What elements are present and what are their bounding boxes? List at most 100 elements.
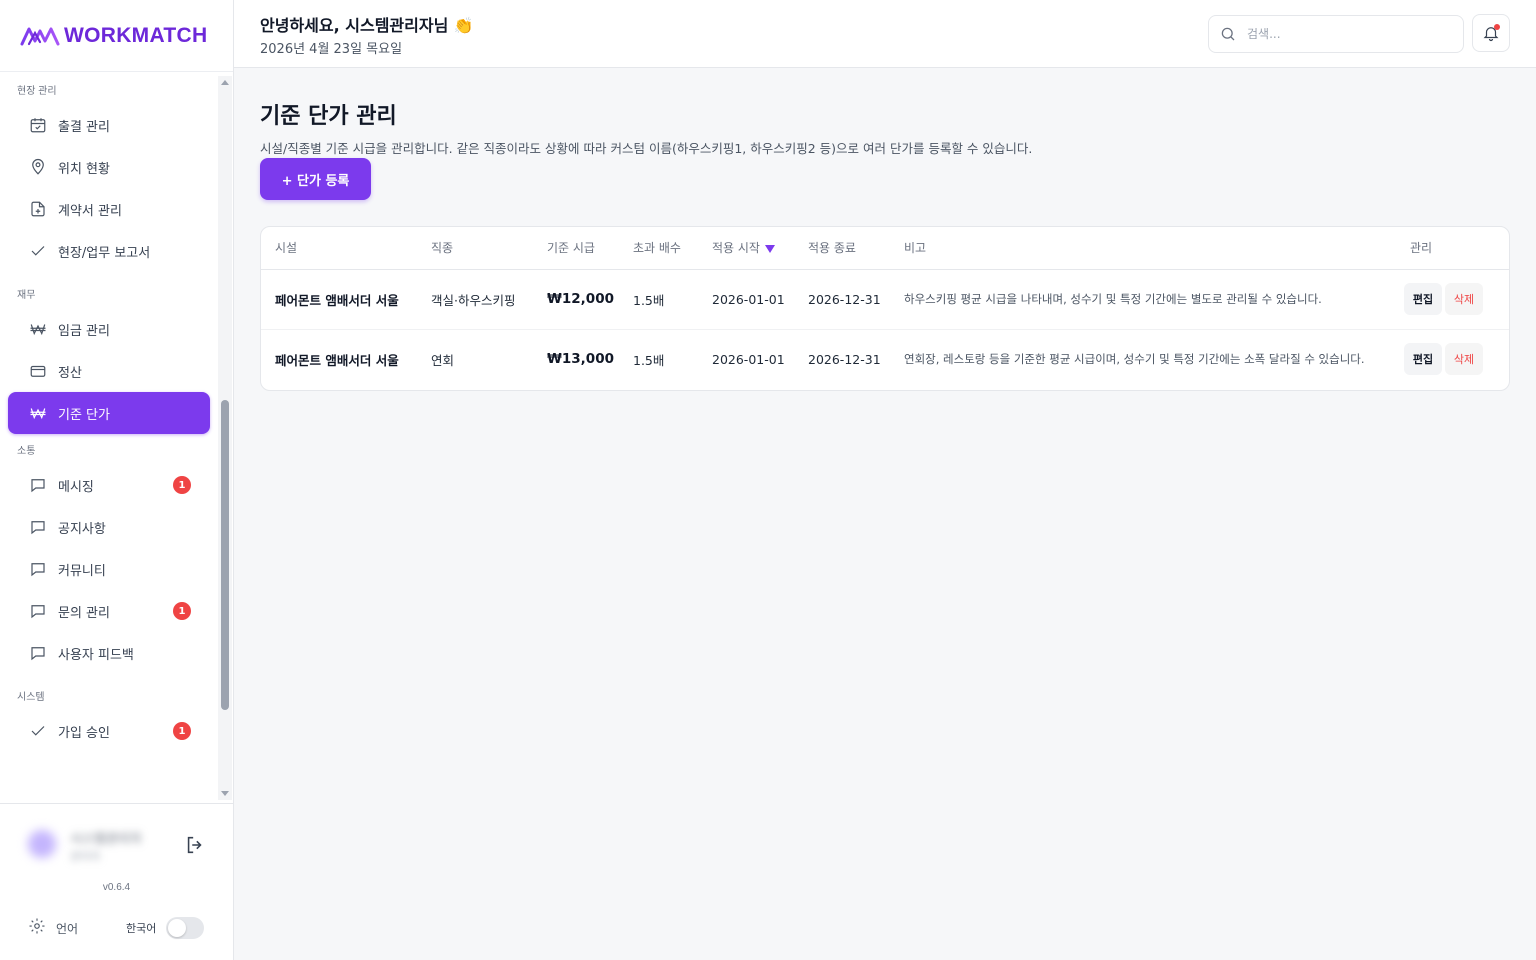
scroll-up-arrow-icon[interactable] [221, 80, 229, 85]
sidebar-item-base-rate[interactable]: 기준 단가 [8, 392, 210, 434]
sidebar-item-label: 임금 관리 [58, 323, 110, 339]
cell-actions: 편집 삭제 [1404, 329, 1509, 389]
sidebar-item-contracts[interactable]: 계약서 관리 [8, 188, 210, 230]
section-label-finance: 재무 [17, 290, 36, 301]
sidebar-item-inquiries[interactable]: 문의 관리 1 [8, 590, 210, 632]
table-row: 페어몬트 앰배서더 서울 연회 ₩13,000 1.5배 2026-01-01 … [261, 329, 1509, 389]
sidebar-item-label: 정산 [58, 365, 82, 381]
cell-start: 2026-01-01 [712, 291, 785, 307]
greeting: 안녕하세요, 시스템관리자님 👏 [260, 16, 474, 35]
scrollbar-thumb[interactable] [221, 400, 229, 710]
cell-note: 하우스키핑 평균 시급을 나타내며, 성수기 및 특정 기간에는 별도로 관리될… [904, 292, 1322, 306]
column-header-job[interactable]: 직종 [417, 227, 533, 269]
cell-facility: 페어몬트 앰배서더 서울 [275, 352, 399, 368]
language-setting: 언어 한국어 [28, 916, 208, 940]
column-header-start[interactable]: 적용 시작 [698, 227, 794, 269]
rates-table: 시설 직종 기준 시급 초과 배수 적용 시작 적용 종료 비고 관리 페어몬트… [260, 226, 1510, 391]
file-plus-icon [28, 199, 48, 219]
cell-job: 연회 [431, 352, 455, 368]
table-header-row: 시설 직종 기준 시급 초과 배수 적용 시작 적용 종료 비고 관리 [261, 227, 1509, 269]
message-icon [28, 601, 48, 621]
section-label-system: 시스템 [17, 692, 45, 703]
gear-icon [28, 917, 46, 940]
map-pin-icon [28, 157, 48, 177]
search-icon [1221, 27, 1235, 41]
sidebar-item-messaging[interactable]: 메시징 1 [8, 464, 210, 506]
cell-rate: ₩12,000 [547, 291, 614, 307]
section-label-field: 현장 관리 [17, 86, 57, 97]
message-icon [28, 559, 48, 579]
cell-job: 객실·하우스키핑 [431, 292, 516, 308]
sidebar-item-feedback[interactable]: 사용자 피드백 [8, 632, 210, 674]
sidebar-item-label: 문의 관리 [58, 605, 110, 621]
avatar [28, 830, 56, 858]
logout-button[interactable] [184, 834, 208, 858]
column-header-multiplier[interactable]: 초과 배수 [619, 227, 698, 269]
credit-card-icon [28, 361, 48, 381]
notifications-button[interactable] [1472, 14, 1510, 52]
sidebar-item-location[interactable]: 위치 현황 [8, 146, 210, 188]
sidebar-item-label: 메시징 [58, 479, 94, 495]
sidebar-item-label: 위치 현황 [58, 161, 110, 177]
message-icon [28, 517, 48, 537]
sidebar-item-wages[interactable]: 임금 관리 [8, 308, 210, 350]
sidebar-item-label: 가입 승인 [58, 725, 110, 741]
calendar-check-icon [28, 115, 48, 135]
sidebar-footer: 시스템관리자 관리자 v0.6.4 언어 한국어 [0, 803, 233, 960]
user-name: 시스템관리자 [70, 831, 142, 846]
column-header-manage: 관리 [1410, 241, 1433, 256]
cell-multiplier: 1.5배 [633, 352, 665, 368]
sidebar-item-settlement[interactable]: 정산 [8, 350, 210, 392]
cell-actions: 편집 삭제 [1404, 269, 1509, 329]
unread-badge: 1 [173, 476, 191, 494]
sidebar-nav: 현장 관리 출결 관리 위치 현황 계약서 관리 현장/업무 보고서 재무 임금… [0, 80, 218, 800]
sidebar-item-signup-approval[interactable]: 가입 승인 1 [8, 710, 210, 752]
current-date: 2026년 4월 23일 목요일 [260, 42, 403, 57]
sidebar-item-label: 출결 관리 [58, 119, 110, 135]
sidebar-item-community[interactable]: 커뮤니티 [8, 548, 210, 590]
cell-multiplier: 1.5배 [633, 292, 665, 308]
column-header-facility[interactable]: 시설 [261, 227, 417, 269]
language-value: 한국어 [126, 922, 157, 935]
column-header-start-label: 적용 시작 [712, 241, 760, 256]
cell-facility: 페어몬트 앰배서더 서울 [275, 292, 399, 308]
sidebar-item-attendance[interactable]: 출결 관리 [8, 104, 210, 146]
section-label-communication: 소통 [17, 446, 36, 457]
sidebar-item-reports[interactable]: 현장/업무 보고서 [8, 230, 210, 272]
scroll-down-arrow-icon[interactable] [221, 791, 229, 796]
page-description: 시설/직종별 기준 시급을 관리합니다. 같은 직종이라도 상황에 따라 커스텀… [260, 141, 1033, 156]
message-icon [28, 643, 48, 663]
column-header-end[interactable]: 적용 종료 [794, 227, 890, 269]
logout-icon [187, 836, 202, 854]
app-version: v0.6.4 [102, 882, 131, 893]
edit-button[interactable]: 편집 [1404, 283, 1442, 315]
column-header-note[interactable]: 비고 [890, 227, 1404, 269]
logo[interactable]: WORKMATCH [0, 0, 233, 72]
sidebar-scrollbar[interactable] [218, 76, 232, 800]
message-icon [28, 475, 48, 495]
add-rate-button[interactable]: + 단가 등록 [260, 158, 371, 200]
sidebar-item-label: 기준 단가 [58, 407, 110, 423]
sidebar-item-label: 커뮤니티 [58, 563, 106, 579]
workmatch-logo-icon [20, 27, 60, 45]
cell-start: 2026-01-01 [712, 351, 785, 367]
sort-desc-icon [764, 244, 775, 253]
cell-rate: ₩13,000 [547, 351, 614, 368]
language-toggle[interactable] [166, 917, 204, 939]
top-header: 안녕하세요, 시스템관리자님 👏 2026년 4월 23일 목요일 [234, 0, 1536, 68]
column-header-rate[interactable]: 기준 시급 [533, 227, 619, 269]
logo-text: WORKMATCH [64, 23, 208, 47]
sidebar-item-notices[interactable]: 공지사항 [8, 506, 210, 548]
delete-button[interactable]: 삭제 [1445, 343, 1483, 376]
won-icon [28, 403, 48, 423]
edit-button[interactable]: 편집 [1404, 343, 1442, 376]
cell-end: 2026-12-31 [808, 351, 881, 367]
delete-button[interactable]: 삭제 [1445, 283, 1483, 315]
sidebar: WORKMATCH 현장 관리 출결 관리 위치 현황 계약서 관리 현장/업무… [0, 0, 234, 960]
search-input[interactable] [1247, 27, 1437, 41]
sidebar-item-label: 사용자 피드백 [58, 647, 134, 663]
search-box[interactable] [1208, 15, 1464, 53]
table-row: 페어몬트 앰배서더 서울 객실·하우스키핑 ₩12,000 1.5배 2026-… [261, 269, 1509, 329]
cell-note: 연회장, 레스토랑 등을 기준한 평균 시급이며, 성수기 및 특정 기간에는 … [904, 352, 1365, 367]
language-label: 언어 [56, 921, 79, 936]
